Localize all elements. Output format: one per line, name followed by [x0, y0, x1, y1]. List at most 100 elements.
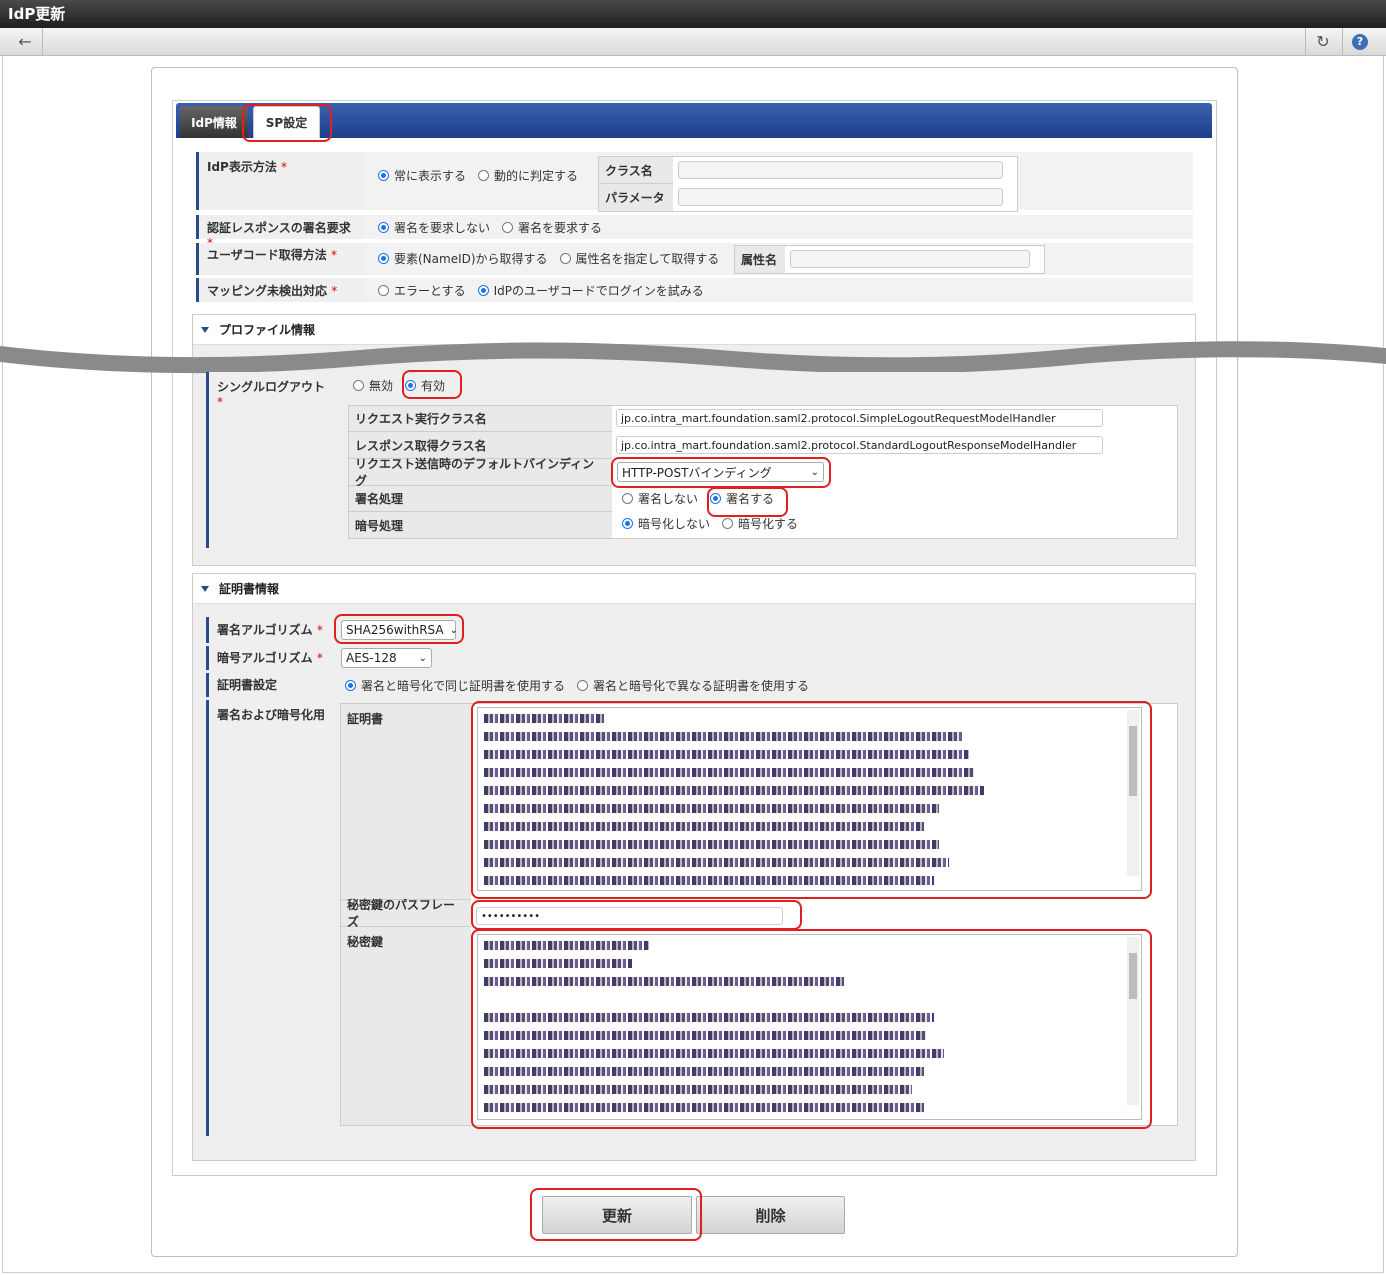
label-cert-setting: 証明書設定 [206, 673, 333, 697]
obscured-text-line [484, 977, 844, 986]
radio-icon [378, 252, 389, 264]
required-mark: * [330, 248, 337, 262]
radio-no-encrypt[interactable]: 暗号化しない [622, 515, 710, 532]
binding-select[interactable]: HTTP-POSTバインディング ⌄ [617, 462, 824, 482]
radio-label: エラーとする [394, 283, 466, 298]
chevron-down-icon: ⌄ [418, 652, 427, 664]
certificate-label: 証明書 [341, 704, 471, 900]
request-class-input[interactable]: jp.co.intra_mart.foundation.saml2.protoc… [616, 409, 1103, 427]
certificate-textarea[interactable] [477, 707, 1142, 891]
radio-slo-disabled[interactable]: 無効 [353, 377, 393, 394]
class-name-input[interactable] [678, 161, 1003, 179]
radio-nameid[interactable]: 要素(NameID)から取得する [378, 250, 548, 267]
scroll-thumb[interactable] [1129, 726, 1137, 796]
obscured-text-line [484, 840, 939, 849]
back-button[interactable]: ← [8, 28, 43, 55]
radio-same-cert[interactable]: 署名と暗号化で同じ証明書を使用する [345, 677, 565, 694]
required-mark: * [281, 160, 288, 174]
radio-sign[interactable]: 署名する [710, 490, 774, 507]
obscured-text-line [484, 786, 984, 795]
obscured-text-line [484, 858, 949, 867]
private-key-label: 秘密鍵 [341, 927, 471, 1125]
toolbar: ← ↻ ? [0, 28, 1386, 56]
sign-process-options: 署名しない 署名する [622, 489, 786, 507]
tab-idp-info[interactable]: IdP情報 [180, 106, 248, 138]
radio-label: 署名と暗号化で同じ証明書を使用する [361, 678, 566, 693]
obscured-text-line [484, 1013, 934, 1022]
radio-attribute[interactable]: 属性名を指定して取得する [559, 250, 720, 267]
radio-icon [378, 284, 389, 296]
attr-name-input[interactable] [790, 250, 1030, 268]
radio-icon [405, 379, 417, 391]
obscured-text-line [484, 1067, 924, 1076]
radio-label: 署名と暗号化で異なる証明書を使用する [593, 678, 810, 693]
radio-sign-request[interactable]: 署名を要求する [502, 219, 602, 236]
radio-icon [353, 379, 364, 391]
private-key-textarea[interactable] [477, 934, 1142, 1120]
radio-icon [378, 221, 389, 233]
radio-no-sign[interactable]: 署名しない [622, 490, 698, 507]
radio-slo-enabled[interactable]: 有効 [405, 377, 445, 394]
radio-error[interactable]: エラーとする [378, 282, 466, 299]
obscured-text-line [484, 768, 974, 777]
obscured-text-line [484, 732, 964, 741]
tab-bar [176, 103, 1212, 138]
radio-always-show[interactable]: 常に表示する [378, 167, 466, 184]
label-user-code: ユーザコード取得方法 * [196, 243, 366, 275]
help-button[interactable]: ? [1342, 28, 1377, 55]
chevron-down-icon: ⌄ [810, 466, 819, 478]
required-mark: * [316, 651, 323, 665]
enc-algo-select[interactable]: AES-128 ⌄ [341, 648, 432, 668]
sign-algo-select[interactable]: SHA256withRSA ⌄ [341, 620, 458, 640]
radio-icon [502, 221, 514, 233]
idp-display-options: 常に表示する 動的に判定する [378, 166, 590, 184]
radio-label: 要素(NameID)から取得する [394, 251, 548, 266]
radio-label: 属性名を指定して取得する [575, 251, 720, 266]
request-class-label: リクエスト実行クラス名 [349, 406, 612, 432]
radio-no-sign-request[interactable]: 署名を要求しない [378, 219, 490, 236]
label-text: 認証レスポンスの署名要求 [207, 221, 351, 235]
radio-label: 署名を要求しない [394, 220, 491, 235]
attr-name-label: 属性名 [735, 246, 785, 273]
label-sign-enc: 署名および暗号化用 [206, 700, 333, 1136]
radio-different-cert[interactable]: 署名と暗号化で異なる証明書を使用する [577, 677, 809, 694]
response-class-input[interactable]: jp.co.intra_mart.foundation.saml2.protoc… [616, 436, 1103, 454]
radio-icon [722, 517, 734, 529]
reload-button[interactable]: ↻ [1305, 28, 1340, 55]
arrow-left-icon: ← [18, 32, 32, 51]
radio-label: 署名を要求する [518, 220, 603, 235]
label-sign-algo: 署名アルゴリズム * [206, 617, 333, 643]
scroll-thumb[interactable] [1129, 953, 1137, 999]
label-text: 暗号アルゴリズム [217, 651, 313, 665]
obscured-text-line [484, 876, 934, 885]
radio-label: 署名する [726, 491, 775, 506]
tab-sp-settings[interactable]: SP設定 [253, 106, 320, 138]
radio-try-idp-login[interactable]: IdPのユーザコードでログインを試みる [477, 282, 704, 299]
section-title: 証明書情報 [219, 582, 280, 596]
radio-encrypt[interactable]: 暗号化する [722, 515, 798, 532]
required-mark: * [331, 284, 338, 298]
passphrase-input[interactable]: •••••••••• [476, 907, 783, 925]
obscured-text-line [484, 1103, 924, 1112]
radio-dynamic[interactable]: 動的に判定する [478, 167, 578, 184]
parameter-input[interactable] [678, 188, 1003, 206]
cert-section-header[interactable]: 証明書情報 [193, 574, 1195, 604]
label-text: IdP表示方法 [207, 160, 277, 174]
class-name-label: クラス名 [599, 157, 673, 184]
required-mark: * [217, 395, 223, 409]
update-button[interactable]: 更新 [542, 1196, 692, 1234]
encrypt-process-options: 暗号化しない 暗号化する [622, 514, 810, 532]
help-icon: ? [1352, 33, 1368, 50]
reload-icon: ↻ [1316, 32, 1330, 51]
scrollbar[interactable] [1127, 937, 1139, 1105]
obscured-text-line [484, 714, 604, 723]
scrollbar[interactable] [1127, 710, 1139, 876]
radio-label: 暗号化しない [638, 516, 711, 531]
sign-process-label: 署名処理 [349, 486, 612, 512]
cert-setting-options: 署名と暗号化で同じ証明書を使用する 署名と暗号化で異なる証明書を使用する [345, 676, 821, 694]
obscured-text-line [484, 941, 649, 950]
select-value: AES-128 [346, 651, 397, 665]
label-text: ユーザコード取得方法 [207, 248, 327, 262]
radio-icon [622, 517, 633, 529]
delete-button[interactable]: 削除 [696, 1196, 845, 1234]
